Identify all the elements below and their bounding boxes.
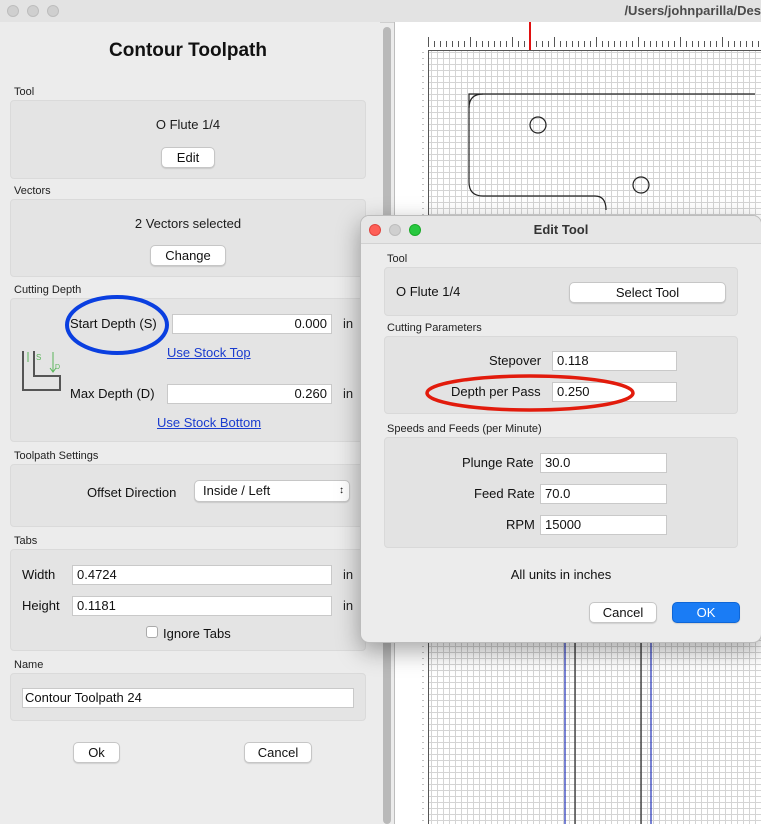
ignore-tabs-label: Ignore Tabs [163,626,231,641]
tab-height-label: Height [22,598,60,613]
plunge-rate-input[interactable]: 30.0 [540,453,667,473]
use-stock-bottom-link[interactable]: Use Stock Bottom [157,415,261,430]
depth-diagram-icon: S D [22,351,61,391]
dialog-ok-button[interactable]: OK [672,602,740,623]
offset-direction-label: Offset Direction [87,485,177,500]
feed-rate-label: Feed Rate [474,486,535,501]
toolpath-settings-section-label: Toolpath Settings [14,450,99,462]
use-stock-top-link[interactable]: Use Stock Top [167,345,251,360]
select-tool-button[interactable]: Select Tool [569,282,726,303]
chevron-updown-icon: ↕ [339,485,344,496]
tool-section: O Flute 1/4 Edit [10,100,366,179]
red-annotation-ellipse [425,374,635,412]
offset-direction-select[interactable]: Inside / Left ↕ [194,480,350,502]
vectors-status: 2 Vectors selected [134,216,242,231]
dialog-cancel-button[interactable]: Cancel [589,602,657,623]
close-window-button[interactable] [7,5,19,17]
tabs-section-label: Tabs [14,535,38,547]
blue-annotation-ellipse [65,295,169,355]
dialog-tool-section: O Flute 1/4 Select Tool [384,267,738,316]
stepover-input[interactable]: 0.118 [552,351,677,371]
tab-height-input[interactable]: 0.1181 [72,596,332,616]
dialog-tool-name: O Flute 1/4 [396,284,461,299]
tab-height-unit: in [343,598,354,613]
start-depth-input[interactable]: 0.000 [172,314,332,334]
page-title: Contour Toolpath [109,40,267,61]
vectors-section: 2 Vectors selected Change [10,199,366,277]
tab-width-unit: in [343,567,354,582]
max-depth-label: Max Depth (D) [70,386,155,401]
cutting-parameters-section-label: Cutting Parameters [387,322,482,334]
tab-width-input[interactable]: 0.4724 [72,565,332,585]
vectors-section-label: Vectors [14,185,51,197]
dialog-title: Edit Tool [533,222,589,237]
ignore-tabs-checkbox[interactable] [146,626,158,638]
edit-tool-dialog: Edit Tool Tool O Flute 1/4 Select Tool C… [360,215,761,643]
minimize-window-button[interactable] [27,5,39,17]
cancel-button[interactable]: Cancel [244,742,312,763]
rpm-input[interactable]: 15000 [540,515,667,535]
tool-name: O Flute 1/4 [155,117,221,132]
max-depth-input[interactable]: 0.260 [167,384,332,404]
contour-toolpath-panel: Contour Toolpath Tool O Flute 1/4 Edit V… [0,22,380,824]
zoom-window-button[interactable] [47,5,59,17]
start-depth-unit: in [343,316,354,331]
offset-direction-value: Inside / Left [203,483,271,498]
stepover-label: Stepover [489,353,542,368]
dialog-tool-section-label: Tool [387,253,408,265]
window-titlebar: /Users/johnparilla/Des [0,0,761,23]
name-section-label: Name [14,659,44,671]
feed-rate-input[interactable]: 70.0 [540,484,667,504]
edit-tool-button[interactable]: Edit [161,147,215,168]
plunge-rate-label: Plunge Rate [462,455,534,470]
max-depth-unit: in [343,386,354,401]
window-path: /Users/johnparilla/Des [624,3,761,18]
speeds-feeds-section-label: Speeds and Feeds (per Minute) [387,423,542,435]
tool-section-label: Tool [14,86,35,98]
change-vectors-button[interactable]: Change [150,245,226,266]
dialog-titlebar: Edit Tool [361,216,761,244]
rpm-label: RPM [506,517,535,532]
diagram-s-label: S [36,353,41,362]
diagram-d-label: D [55,364,60,371]
tab-width-label: Width [22,567,56,582]
ok-button[interactable]: Ok [73,742,120,763]
units-note: All units in inches [510,567,612,582]
toolpath-name-input[interactable]: Contour Toolpath 24 [22,688,354,708]
